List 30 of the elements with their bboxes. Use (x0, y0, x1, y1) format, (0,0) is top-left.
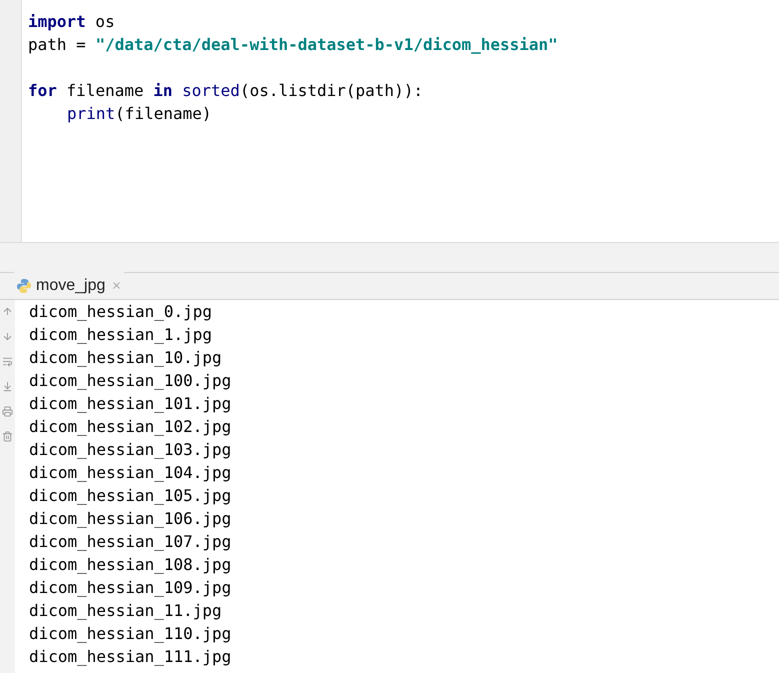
output-line: dicom_hessian_106.jpg (29, 508, 232, 530)
output-line: dicom_hessian_107.jpg (29, 531, 232, 553)
output-line: dicom_hessian_10.jpg (29, 347, 222, 369)
code-line: for filename in sorted(os.listdir(path)): (28, 80, 423, 102)
output-line: dicom_hessian_102.jpg (29, 416, 232, 438)
output-line: dicom_hessian_103.jpg (29, 439, 232, 461)
trash-icon[interactable] (2, 431, 13, 442)
printer-icon[interactable] (2, 406, 13, 417)
code-line: path = "/data/cta/deal-with-dataset-b-v1/dicom_hessian" (28, 34, 558, 56)
code-editor[interactable]: import os path = "/data/cta/deal-with-dataset-b-v1/dicom_hessian" for filename in sorted(os.listdir(path)): print(filename) (0, 0, 779, 242)
code-line: print(filename) (67, 103, 212, 125)
code-line: import os (28, 11, 115, 33)
output-line: dicom_hessian_1.jpg (29, 324, 212, 346)
output-line: dicom_hessian_0.jpg (29, 301, 212, 323)
download-arrow-icon[interactable] (2, 381, 13, 392)
output-line: dicom_hessian_104.jpg (29, 462, 232, 484)
down-arrow-icon[interactable] (2, 331, 13, 342)
up-arrow-icon[interactable] (2, 306, 13, 317)
output-line: dicom_hessian_110.jpg (29, 623, 232, 645)
output-line: dicom_hessian_11.jpg (29, 600, 222, 622)
wrap-text-icon[interactable] (2, 356, 13, 367)
output-line: dicom_hessian_109.jpg (29, 577, 232, 599)
output-line: dicom_hessian_100.jpg (29, 370, 232, 392)
output-line: dicom_hessian_111.jpg (29, 646, 232, 668)
output-line: dicom_hessian_101.jpg (29, 393, 232, 415)
tab-label: move_jpg (36, 276, 106, 296)
close-icon[interactable] (111, 280, 122, 291)
output-line: dicom_hessian_105.jpg (29, 485, 232, 507)
python-logo-icon (16, 278, 32, 294)
output-line: dicom_hessian_108.jpg (29, 554, 232, 576)
